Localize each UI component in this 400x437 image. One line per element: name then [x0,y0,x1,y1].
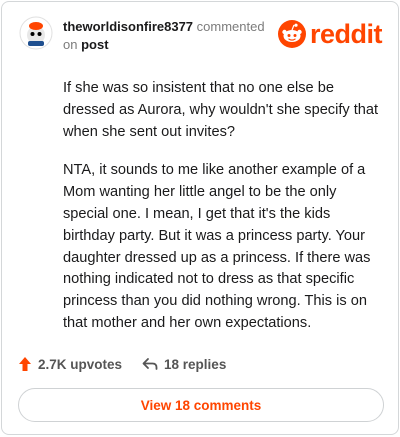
avatar[interactable] [19,16,53,50]
comment-card: theworldisonfire8377 commented on post r… [1,1,399,435]
upvote-arrow-icon [19,357,31,371]
comment-actions: 2.7K upvotes 18 replies [18,356,226,372]
comment-paragraph-2: NTA, it sounds to me like another exampl… [63,162,371,331]
comment-body: If she was so insistent that no one else… [63,78,379,352]
reddit-wordmark: reddit [309,19,383,49]
reply-arrow-icon [142,358,158,370]
upvote-button[interactable]: 2.7K upvotes [18,356,122,372]
upvotes-count: 2.7K upvotes [38,356,123,372]
comment-header: theworldisonfire8377 commented on post [63,18,273,54]
replies-button[interactable]: 18 replies [142,357,226,372]
comment-paragraph-1: If she was so insistent that no one else… [63,80,379,140]
reddit-logo: reddit [277,19,383,49]
username[interactable]: theworldisonfire8377 [63,19,193,34]
on-text: on [63,37,78,52]
reddit-snoo-icon [277,20,306,48]
replies-count: 18 replies [164,356,227,372]
post-link[interactable]: post [81,37,108,52]
commented-text: commented [196,19,265,34]
view-comments-button[interactable]: View 18 comments [18,388,384,422]
